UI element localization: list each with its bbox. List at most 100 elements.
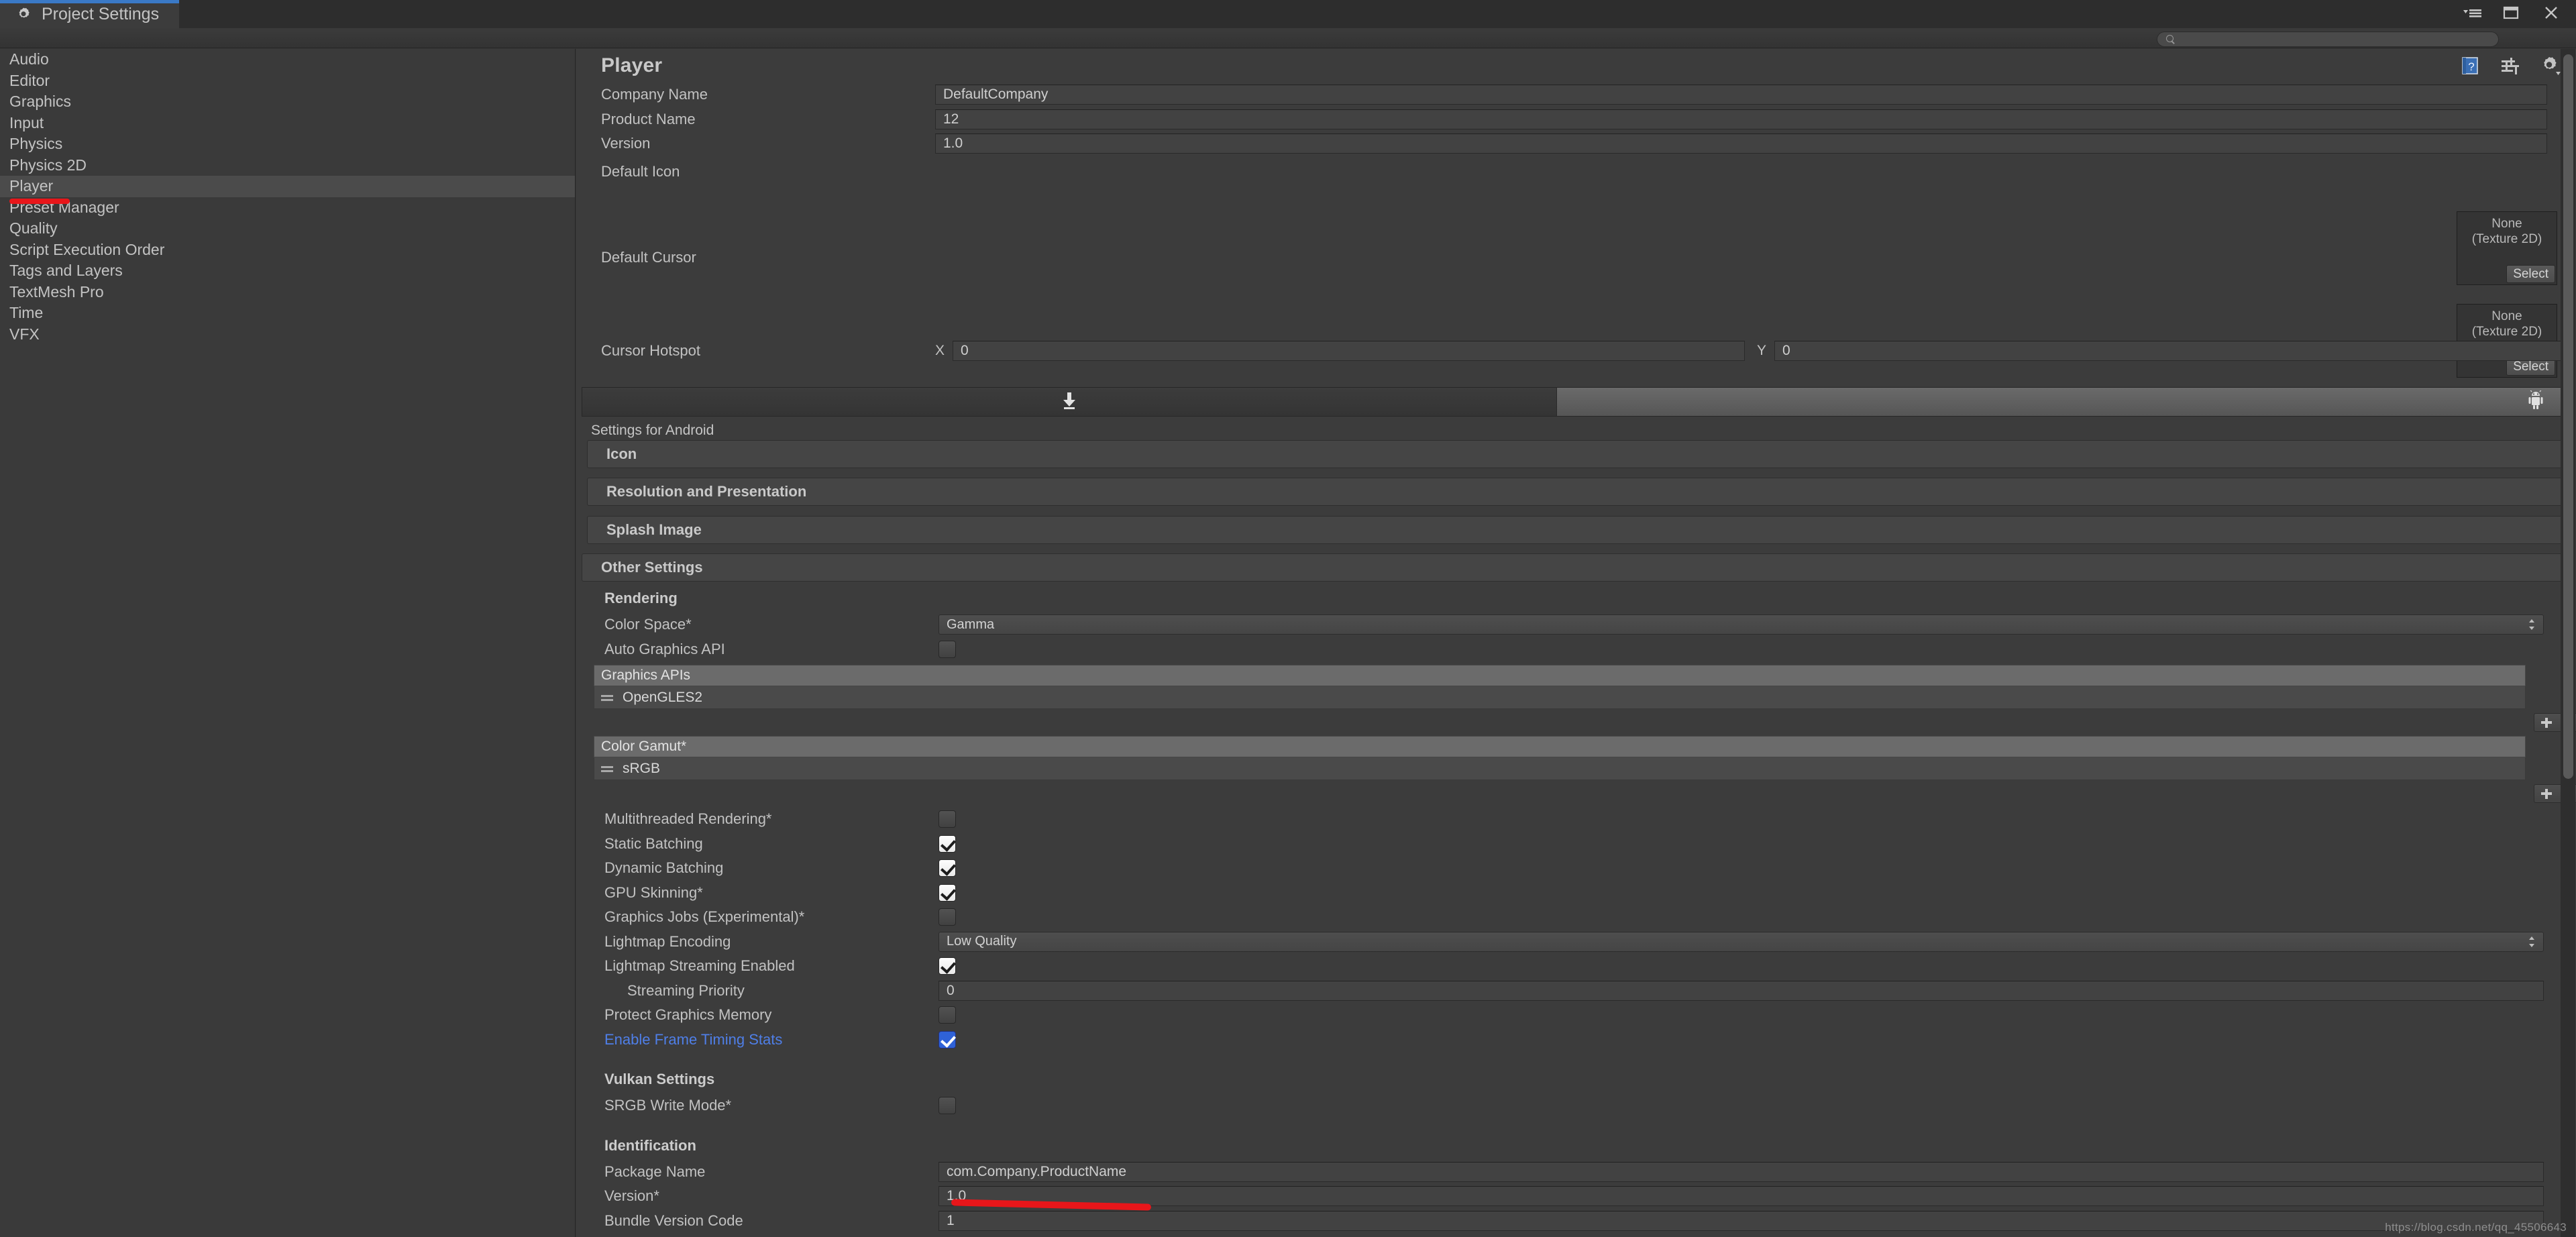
- streaming-priority-field[interactable]: 0: [938, 980, 2544, 1001]
- foldout-splash-image[interactable]: Splash Image: [587, 516, 2568, 544]
- foldout-other-settings-label: Other Settings: [601, 559, 703, 576]
- sidebar-item-physics[interactable]: Physics: [0, 133, 575, 155]
- package-name-field[interactable]: com.Company.ProductName: [938, 1161, 2544, 1182]
- add-graphics-api-button[interactable]: [2540, 716, 2553, 729]
- sidebar-item-time[interactable]: Time: [0, 303, 575, 324]
- enable-frame-timing-stats-label[interactable]: Enable Frame Timing Stats: [604, 1031, 938, 1048]
- color-gamut-header-label: Color Gamut*: [601, 739, 687, 754]
- tab-project-settings[interactable]: Project Settings: [0, 0, 180, 28]
- player-settings-panel: Player ? Company Name DefaultCompany Pro…: [576, 49, 2576, 1237]
- foldout-icon[interactable]: Icon: [587, 440, 2568, 468]
- gear-menu-icon[interactable]: [2538, 54, 2561, 77]
- rendering-heading: Rendering: [604, 590, 678, 606]
- platform-tab-strip: [582, 387, 2569, 417]
- gpu-skinning-checkbox[interactable]: [938, 883, 956, 902]
- identification-version-field[interactable]: 1.0: [938, 1186, 2544, 1207]
- dynamic-batching-checkbox[interactable]: [938, 859, 956, 877]
- cursor-hotspot-label: Cursor Hotspot: [601, 341, 700, 359]
- sidebar-item-label: Player: [9, 177, 54, 195]
- search-field[interactable]: [2157, 32, 2499, 47]
- standalone-download-icon: [1061, 391, 1078, 413]
- cursor-hotspot-x-field[interactable]: 0: [953, 340, 1745, 361]
- sidebar-item-tags-and-layers[interactable]: Tags and Layers: [0, 260, 575, 282]
- package-name-label: Package Name: [604, 1163, 706, 1180]
- lightmap-encoding-dropdown[interactable]: Low Quality: [938, 931, 2544, 952]
- row-gpu-skinning: GPU Skinning*: [604, 881, 2563, 906]
- default-cursor-type: (Texture 2D): [2471, 325, 2542, 339]
- enable-frame-timing-stats-checkbox[interactable]: [938, 1030, 956, 1048]
- gear-icon: [15, 5, 32, 23]
- srgb-write-mode-label: SRGB Write Mode*: [604, 1097, 732, 1114]
- dynamic-batching-label: Dynamic Batching: [604, 859, 724, 877]
- foldout-icon-label: Icon: [606, 445, 637, 462]
- graphics-apis-list-item[interactable]: OpenGLES2: [594, 686, 2526, 709]
- row-streaming-priority: Streaming Priority 0: [604, 979, 2563, 1004]
- close-icon[interactable]: [2541, 3, 2564, 23]
- foldout-other-settings[interactable]: Other Settings: [582, 553, 2568, 582]
- multithreaded-rendering-label: Multithreaded Rendering*: [604, 810, 772, 828]
- row-lightmap-streaming-enabled: Lightmap Streaming Enabled: [604, 954, 2563, 979]
- bundle-version-code-field[interactable]: 1: [938, 1210, 2544, 1231]
- row-bundle-version-code: Bundle Version Code 1: [604, 1209, 2563, 1234]
- row-dynamic-batching: Dynamic Batching: [604, 856, 2563, 881]
- default-icon-select-button[interactable]: Select: [2506, 265, 2555, 283]
- color-space-value: Gamma: [947, 616, 995, 632]
- company-name-field[interactable]: DefaultCompany: [935, 85, 2547, 105]
- sidebar-item-preset-manager[interactable]: Preset Manager: [0, 197, 575, 219]
- sidebar-item-vfx[interactable]: VFX: [0, 324, 575, 345]
- sidebar-item-physics-2d[interactable]: Physics 2D: [0, 155, 575, 176]
- row-static-batching: Static Batching: [604, 832, 2563, 857]
- sidebar-item-quality[interactable]: Quality: [0, 218, 575, 239]
- default-icon-object-field[interactable]: None (Texture 2D) Select: [2457, 211, 2557, 285]
- row-color-space: Color Space* Gamma: [604, 612, 2563, 637]
- sidebar-item-audio[interactable]: Audio: [0, 49, 575, 70]
- add-color-gamut-button[interactable]: [2540, 787, 2553, 800]
- maximize-icon[interactable]: [2501, 3, 2524, 23]
- drag-handle-icon[interactable]: [601, 694, 613, 701]
- tab-label: Project Settings: [42, 4, 160, 23]
- sidebar-item-label: Physics: [9, 135, 63, 153]
- preset-icon[interactable]: [2499, 54, 2522, 77]
- row-company-name: Company Name DefaultCompany: [601, 83, 2576, 107]
- company-name-label: Company Name: [601, 86, 708, 103]
- sidebar-item-label: Script Execution Order: [9, 240, 165, 258]
- panel-scrollbar-thumb[interactable]: [2563, 54, 2573, 779]
- drag-handle-icon[interactable]: [601, 765, 613, 772]
- product-name-field[interactable]: 12: [935, 109, 2547, 129]
- panel-scrollbar[interactable]: [2561, 49, 2575, 1237]
- lightmap-streaming-enabled-checkbox[interactable]: [938, 957, 956, 975]
- identification-version-label: Version*: [604, 1187, 659, 1205]
- foldout-resolution-and-presentation[interactable]: Resolution and Presentation: [587, 478, 2568, 506]
- search-input[interactable]: [2181, 32, 2489, 46]
- sidebar-item-graphics[interactable]: Graphics: [0, 91, 575, 113]
- help-book-icon[interactable]: ?: [2459, 54, 2482, 77]
- graphics-apis-header-label: Graphics APIs: [601, 667, 691, 683]
- multithreaded-rendering-checkbox[interactable]: [938, 810, 956, 828]
- window-menu-icon[interactable]: [2461, 3, 2483, 23]
- panel-header-icons: ?: [2459, 54, 2561, 77]
- sidebar-item-editor[interactable]: Editor: [0, 70, 575, 92]
- cursor-hotspot-y-field[interactable]: 0: [1774, 340, 2566, 361]
- general-settings-form: Company Name DefaultCompany Product Name…: [576, 83, 2576, 378]
- protect-graphics-memory-checkbox[interactable]: [938, 1006, 956, 1024]
- color-gamut-item-label: sRGB: [623, 760, 661, 776]
- sidebar-item-label: VFX: [9, 325, 40, 343]
- color-gamut-list-header: Color Gamut*: [594, 736, 2526, 757]
- row-package-name: Package Name com.Company.ProductName: [604, 1160, 2563, 1185]
- static-batching-checkbox[interactable]: [938, 835, 956, 853]
- sidebar-item-player[interactable]: Player: [0, 176, 575, 197]
- srgb-write-mode-checkbox[interactable]: [938, 1097, 956, 1115]
- sidebar-item-script-execution-order[interactable]: Script Execution Order: [0, 239, 575, 261]
- color-gamut-list-item[interactable]: sRGB: [594, 757, 2526, 780]
- sidebar-item-input[interactable]: Input: [0, 113, 575, 134]
- lightmap-streaming-enabled-label: Lightmap Streaming Enabled: [604, 957, 795, 975]
- auto-graphics-api-checkbox[interactable]: [938, 640, 956, 658]
- graphics-jobs-checkbox[interactable]: [938, 908, 956, 926]
- color-space-dropdown[interactable]: Gamma: [938, 614, 2544, 635]
- version-field[interactable]: 1.0: [935, 133, 2547, 154]
- platform-tab-standalone[interactable]: [582, 388, 1556, 416]
- default-cursor-label: Default Cursor: [601, 248, 696, 266]
- sidebar-item-label: Graphics: [9, 93, 72, 111]
- sidebar-item-textmesh-pro[interactable]: TextMesh Pro: [0, 282, 575, 303]
- platform-tab-android[interactable]: [1556, 388, 2569, 416]
